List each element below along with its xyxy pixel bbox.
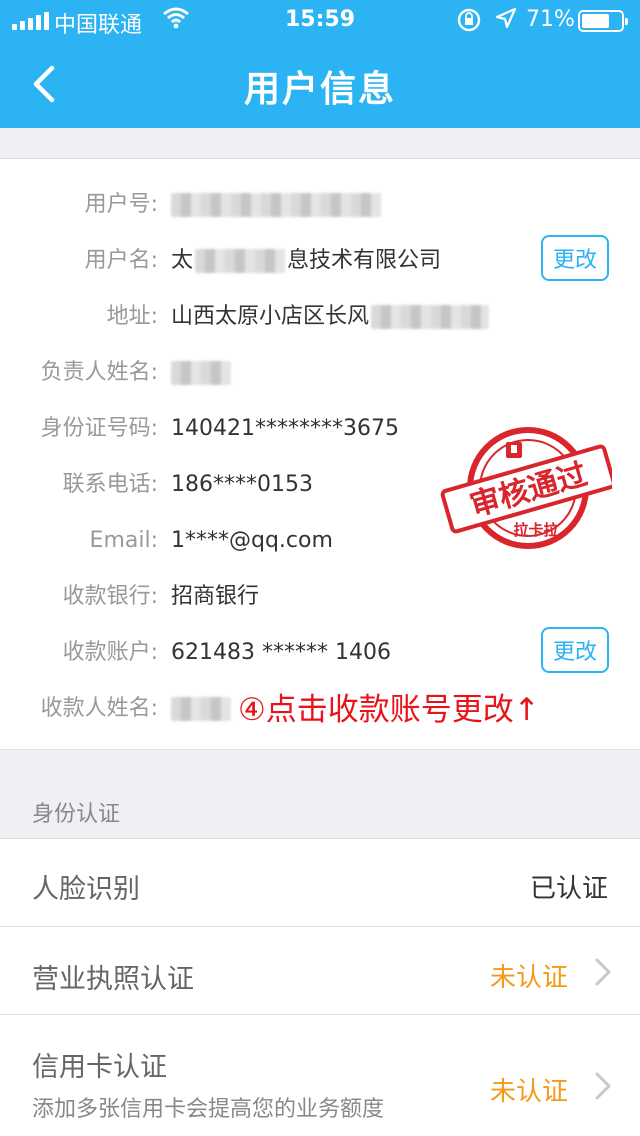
stamp-brand-text: 拉卡拉 [513,521,558,539]
credit-card-label: 信用卡认证 [32,1052,167,1083]
business-license-item[interactable]: 营业执照认证 未认证 [0,927,640,1015]
bank-row: 收款银行: 招商银行 [0,577,640,617]
credit-card-status: 未认证 [489,1077,568,1107]
chevron-right-icon [595,1072,611,1100]
approved-stamp: 审核通过 拉卡拉 [440,427,612,549]
manager-label: 负责人姓名: [40,360,158,385]
face-recognition-status: 已认证 [529,874,608,904]
payee-value-redacted [171,689,231,729]
annotation-text: ④点击收款账号更改↑ [238,692,540,728]
face-recognition-label: 人脸识别 [32,874,140,905]
business-license-status: 未认证 [489,963,568,993]
user-id-label: 用户号: [84,192,158,217]
bank-label: 收款银行: [62,584,158,609]
manager-row: 负责人姓名: [0,353,640,393]
id-number-value: 140421********3675 [171,416,399,441]
face-recognition-item[interactable]: 人脸识别 已认证 [0,839,640,927]
credit-card-subtitle: 添加多张信用卡会提高您的业务额度 [32,1097,385,1122]
identity-section-title: 身份认证 [32,802,121,827]
change-account-button[interactable]: 更改 [541,627,609,673]
page-title: 用户信息 [243,69,396,110]
email-value: 1****@qq.com [171,528,333,553]
battery-fill [582,14,609,28]
id-number-label: 身份证号码: [40,416,158,441]
change-username-button[interactable]: 更改 [541,235,609,281]
payee-label: 收款人姓名: [40,696,158,721]
user-id-row: 用户号: [0,185,640,225]
phone-label: 联系电话: [62,472,158,497]
battery-percent: 71% [526,7,575,32]
chevron-right-icon [595,958,611,986]
status-bar: 中国联通 15:59 71% [0,0,640,40]
address-value: 山西太原小店区长风 [171,297,490,337]
battery-icon [578,10,628,32]
email-label: Email: [89,528,158,553]
business-license-label: 营业执照认证 [32,964,194,995]
location-icon [494,6,518,35]
username-value: 太息技术有限公司 [171,248,442,273]
manager-value-redacted [171,353,231,393]
rotation-lock-icon [456,7,482,39]
phone-value: 186****0153 [171,472,313,497]
account-label: 收款账户: [62,640,158,665]
address-row: 地址: 山西太原小店区长风 [0,297,640,337]
credit-card-item[interactable]: 信用卡认证 添加多张信用卡会提高您的业务额度 未认证 [0,1015,640,1136]
user-id-value-redacted [171,185,381,225]
address-label: 地址: [106,304,158,329]
nav-bar: 用户信息 [0,40,640,128]
bank-value: 招商银行 [171,584,260,609]
account-value: 621483 ****** 1406 [171,640,391,665]
username-label: 用户名: [84,248,158,273]
identity-list: 人脸识别 已认证 营业执照认证 未认证 信用卡认证 添加多张信用卡会提高您的业务… [0,838,640,1136]
